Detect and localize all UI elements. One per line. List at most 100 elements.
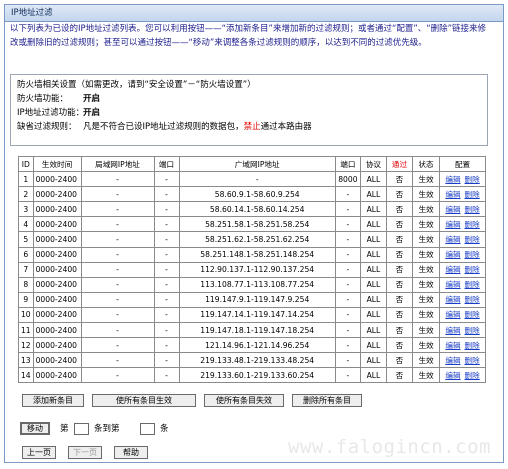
table-row: 7 0000-2400- -112.90.137.1-112.90.137.254-… — [18, 261, 486, 278]
edit-link[interactable]: 编辑 — [445, 310, 460, 319]
cell-status: 生效 — [411, 246, 441, 263]
cell-status: 生效 — [411, 261, 441, 278]
cell-time: 0000-2400 — [32, 322, 82, 339]
delete-link[interactable]: 删除 — [465, 175, 480, 184]
move-to-input[interactable] — [140, 423, 155, 435]
edit-link[interactable]: 编辑 — [445, 220, 460, 229]
move-end-label: 条 — [160, 424, 169, 434]
cell-wan-port: - — [334, 216, 361, 233]
edit-link[interactable]: 编辑 — [445, 175, 460, 184]
cell-lan-port: - — [153, 276, 180, 293]
cell-id: 12 — [18, 337, 34, 354]
enable-all-button[interactable]: 使所有条目生效 — [92, 394, 196, 407]
cell-config: 编辑 删除 — [439, 261, 486, 278]
cell-wan-port: - — [334, 276, 361, 293]
col-header-lan-ip: 局域网IP地址 — [80, 155, 155, 173]
cell-wan-ip: 119.147.9.1-119.147.9.254 — [178, 291, 336, 308]
cell-protocol: ALL — [359, 186, 387, 203]
edit-link[interactable]: 编辑 — [445, 371, 460, 380]
delete-link[interactable]: 删除 — [465, 295, 480, 304]
cell-lan-ip: - — [80, 231, 155, 248]
cell-config: 编辑 删除 — [439, 216, 486, 233]
edit-link[interactable]: 编辑 — [445, 341, 460, 350]
cell-time: 0000-2400 — [32, 231, 82, 248]
edit-link[interactable]: 编辑 — [445, 295, 460, 304]
delete-link[interactable]: 删除 — [465, 250, 480, 259]
delete-link[interactable]: 删除 — [465, 205, 480, 214]
delete-link[interactable]: 删除 — [465, 326, 480, 335]
cell-config: 编辑 删除 — [439, 186, 486, 203]
delete-link[interactable]: 删除 — [465, 190, 480, 199]
cell-lan-ip: - — [80, 186, 155, 203]
help-button[interactable]: 帮助 — [114, 446, 148, 459]
cell-lan-ip: - — [80, 306, 155, 324]
cell-wan-ip: 119.147.18.1-119.147.18.254 — [178, 322, 336, 339]
delete-link[interactable]: 删除 — [465, 235, 480, 244]
cell-protocol: ALL — [359, 201, 387, 218]
cell-time: 0000-2400 — [32, 276, 82, 293]
cell-wan-port: - — [334, 246, 361, 263]
move-from-label: 第 — [60, 424, 69, 434]
ip-filter-function-label: IP地址过滤功能： — [17, 108, 85, 118]
cell-wan-port: - — [334, 337, 361, 354]
cell-pass: 否 — [385, 322, 413, 339]
firewall-function-value: 开启 — [83, 94, 101, 104]
edit-link[interactable]: 编辑 — [445, 280, 460, 289]
cell-lan-port: - — [153, 306, 180, 324]
cell-pass: 否 — [385, 216, 413, 233]
firewall-heading: 防火墙相关设置（如需更改，请到“安全设置”－“防火墙设置”） — [17, 80, 256, 90]
edit-link[interactable]: 编辑 — [445, 205, 460, 214]
cell-id: 6 — [18, 246, 34, 263]
cell-config: 编辑 删除 — [439, 171, 486, 188]
delete-link[interactable]: 删除 — [465, 280, 480, 289]
cell-pass: 否 — [385, 306, 413, 324]
cell-status: 生效 — [411, 291, 441, 308]
table-row: 11 0000-2400- -119.147.18.1-119.147.18.254… — [18, 322, 486, 339]
cell-config: 编辑 删除 — [439, 322, 486, 339]
cell-id: 4 — [18, 216, 34, 233]
cell-wan-port: - — [334, 367, 361, 384]
cell-lan-port: - — [153, 367, 180, 384]
cell-wan-port: 8000 — [334, 171, 361, 188]
cell-time: 0000-2400 — [32, 306, 82, 324]
cell-protocol: ALL — [359, 306, 387, 324]
cell-wan-ip: - — [178, 171, 336, 188]
edit-link[interactable]: 编辑 — [445, 265, 460, 274]
col-header-time: 生效时间 — [32, 155, 82, 173]
edit-link[interactable]: 编辑 — [445, 326, 460, 335]
cell-wan-ip: 113.108.77.1-113.108.77.254 — [178, 276, 336, 293]
ip-filter-function-row: IP地址过滤功能： 开启 — [17, 106, 481, 120]
table-row: 14 0000-2400- -219.133.60.1-219.133.60.254… — [18, 367, 486, 384]
delete-all-button[interactable]: 删除所有条目 — [292, 394, 362, 407]
cell-lan-ip: - — [80, 352, 155, 369]
edit-link[interactable]: 编辑 — [445, 356, 460, 365]
edit-link[interactable]: 编辑 — [445, 250, 460, 259]
delete-link[interactable]: 删除 — [465, 371, 480, 380]
move-from-input[interactable] — [74, 423, 89, 435]
disable-all-button[interactable]: 使所有条目失效 — [204, 394, 284, 407]
default-rule-text-pre: 凡是不符合已设IP地址过滤规则的数据包， — [83, 122, 244, 132]
cell-lan-port: - — [153, 201, 180, 218]
cell-protocol: ALL — [359, 291, 387, 308]
cell-wan-port: - — [334, 261, 361, 278]
delete-link[interactable]: 删除 — [465, 310, 480, 319]
delete-link[interactable]: 删除 — [465, 356, 480, 365]
delete-link[interactable]: 删除 — [465, 265, 480, 274]
cell-lan-port: - — [153, 352, 180, 369]
edit-link[interactable]: 编辑 — [445, 235, 460, 244]
cell-lan-ip: - — [80, 261, 155, 278]
ip-filter-function-value: 开启 — [83, 108, 101, 118]
prev-page-button[interactable]: 上一页 — [22, 446, 56, 459]
cell-wan-ip: 58.60.14.1-58.60.14.254 — [178, 201, 336, 218]
table-row: 5 0000-2400- -58.251.62.1-58.251.62.254- AL… — [18, 231, 486, 248]
next-page-button[interactable]: 下一页 — [68, 446, 102, 459]
cell-time: 0000-2400 — [32, 367, 82, 384]
cell-status: 生效 — [411, 186, 441, 203]
move-button[interactable]: 移动 — [20, 422, 50, 435]
add-entry-button[interactable]: 添加新条目 — [22, 394, 84, 407]
cell-pass: 否 — [385, 337, 413, 354]
edit-link[interactable]: 编辑 — [445, 190, 460, 199]
cell-id: 5 — [18, 231, 34, 248]
delete-link[interactable]: 删除 — [465, 220, 480, 229]
delete-link[interactable]: 删除 — [465, 341, 480, 350]
